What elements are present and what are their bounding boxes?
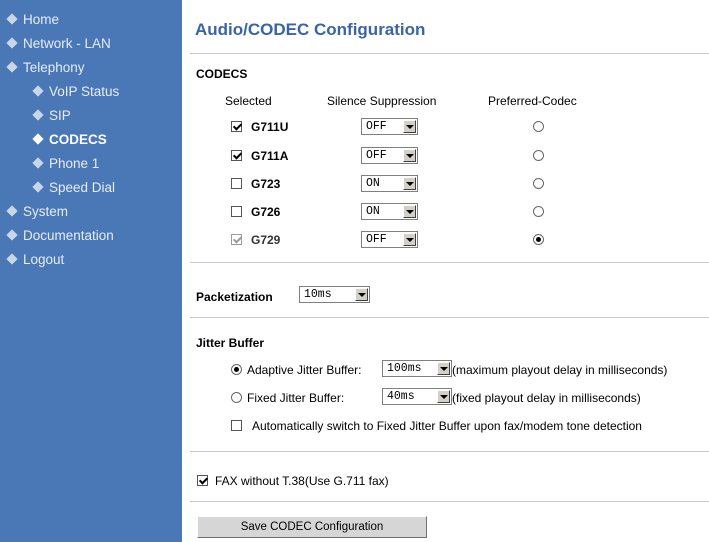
divider <box>190 53 709 54</box>
select-value: OFF <box>366 149 387 162</box>
fixed-jitter-label: Fixed Jitter Buffer: <box>247 391 345 405</box>
select-value: ON <box>366 177 380 190</box>
packetization-label: Packetization <box>196 290 273 304</box>
silence-select-g711u[interactable]: OFF <box>361 118 418 135</box>
divider <box>190 451 709 452</box>
preferred-radio-g711a[interactable] <box>533 150 544 161</box>
nav-item-telephony[interactable]: Telephony <box>6 58 85 78</box>
nav-item-label: System <box>23 204 69 219</box>
nav-item-codecs[interactable]: CODECS <box>32 130 107 150</box>
nav-item-label: CODECS <box>49 132 107 147</box>
codec-select-checkbox-g711u[interactable] <box>231 121 242 132</box>
nav-item-sip[interactable]: SIP <box>32 106 71 126</box>
nav-item-label: Phone 1 <box>49 156 100 171</box>
silence-select-g729[interactable]: OFF <box>361 231 418 248</box>
diamond-bullet-icon <box>6 13 18 25</box>
fax-t38-checkbox[interactable] <box>197 475 208 486</box>
page-title: Audio/CODEC Configuration <box>195 20 426 39</box>
fax-t38-label: FAX without T.38(Use G.711 fax) <box>215 474 389 488</box>
codec-name: G729 <box>251 233 281 247</box>
adaptive-jitter-note: (maximum playout delay in milliseconds) <box>452 363 668 377</box>
nav-item-voip-status[interactable]: VoIP Status <box>32 82 120 102</box>
nav-item-label: Speed Dial <box>49 180 116 195</box>
divider <box>190 317 709 318</box>
diamond-bullet-icon <box>6 37 18 49</box>
select-value: 100ms <box>387 362 422 375</box>
silence-select-g726[interactable]: ON <box>361 203 418 220</box>
nav-item-logout[interactable]: Logout <box>6 250 65 270</box>
fixed-jitter-radio[interactable] <box>231 392 242 403</box>
main-content: Audio/CODEC Configuration CODECS Selecte… <box>190 0 709 542</box>
nav-item-label: VoIP Status <box>49 84 120 99</box>
diamond-bullet-icon <box>6 61 18 73</box>
select-value: ON <box>366 205 380 218</box>
codec-name: G711A <box>251 149 289 163</box>
col-header-selected: Selected <box>225 94 272 108</box>
nav-item-home[interactable]: Home <box>6 10 60 30</box>
nav-item-phone-1[interactable]: Phone 1 <box>32 154 100 174</box>
dropdown-arrow-icon <box>403 177 416 190</box>
preferred-radio-g711u[interactable] <box>533 121 544 132</box>
adaptive-jitter-radio[interactable] <box>231 364 242 375</box>
dropdown-arrow-icon <box>437 362 450 375</box>
dropdown-arrow-icon <box>403 205 416 218</box>
preferred-radio-g729[interactable] <box>533 234 544 245</box>
select-value: OFF <box>366 120 387 133</box>
select-value: 10ms <box>304 288 332 301</box>
dropdown-arrow-icon <box>355 288 368 301</box>
select-value: 40ms <box>387 390 415 403</box>
preferred-radio-g723[interactable] <box>533 178 544 189</box>
fixed-jitter-note: (fixed playout delay in milliseconds) <box>452 391 641 405</box>
nav-item-label: Logout <box>23 252 65 267</box>
diamond-bullet-icon <box>32 85 44 97</box>
col-header-silence-suppression: Silence Suppression <box>327 94 437 108</box>
adaptive-jitter-label: Adaptive Jitter Buffer: <box>247 363 362 377</box>
jitter-buffer-heading: Jitter Buffer <box>196 336 265 350</box>
codec-name: G726 <box>251 205 281 219</box>
nav-item-label: Telephony <box>23 60 85 75</box>
auto-switch-checkbox[interactable] <box>231 420 242 431</box>
diamond-bullet-icon <box>6 253 18 265</box>
save-codec-configuration-button[interactable]: Save CODEC Configuration <box>197 516 427 538</box>
nav-item-label: Network - LAN <box>23 36 111 51</box>
dropdown-arrow-icon <box>437 390 450 403</box>
codec-select-checkbox-g729 <box>231 234 242 245</box>
divider <box>190 501 709 502</box>
nav-item-system[interactable]: System <box>6 202 69 222</box>
codecs-heading: CODECS <box>196 67 248 81</box>
nav-item-speed-dial[interactable]: Speed Dial <box>32 178 116 198</box>
nav-item-label: Home <box>23 12 60 27</box>
diamond-bullet-icon <box>6 229 18 241</box>
col-header-preferred-codec: Preferred-Codec <box>488 94 577 108</box>
nav-item-network-lan[interactable]: Network - LAN <box>6 34 111 54</box>
nav-item-label: SIP <box>49 108 71 123</box>
dropdown-arrow-icon <box>403 149 416 162</box>
diamond-bullet-icon <box>32 109 44 121</box>
silence-select-g723[interactable]: ON <box>361 175 418 192</box>
codec-select-checkbox-g723[interactable] <box>231 178 242 189</box>
fixed-jitter-select[interactable]: 40ms <box>382 388 452 405</box>
diamond-bullet-icon <box>32 133 44 145</box>
silence-select-g711a[interactable]: OFF <box>361 147 418 164</box>
nav-item-documentation[interactable]: Documentation <box>6 226 114 246</box>
preferred-radio-g726[interactable] <box>533 206 544 217</box>
codec-name: G711U <box>251 120 289 134</box>
dropdown-arrow-icon <box>403 233 416 246</box>
codec-select-checkbox-g711a[interactable] <box>231 150 242 161</box>
codec-select-checkbox-g726[interactable] <box>231 206 242 217</box>
diamond-bullet-icon <box>32 181 44 193</box>
divider <box>190 262 709 263</box>
codec-name: G723 <box>251 177 281 191</box>
select-value: OFF <box>366 233 387 246</box>
diamond-bullet-icon <box>6 205 18 217</box>
adaptive-jitter-select[interactable]: 100ms <box>382 360 452 377</box>
auto-switch-label: Automatically switch to Fixed Jitter Buf… <box>252 419 642 433</box>
diamond-bullet-icon <box>32 157 44 169</box>
packetization-select[interactable]: 10ms <box>299 286 370 303</box>
sidebar-nav: Home Network - LAN Telephony VoIP Status… <box>0 0 182 542</box>
dropdown-arrow-icon <box>403 120 416 133</box>
nav-item-label: Documentation <box>23 228 114 243</box>
